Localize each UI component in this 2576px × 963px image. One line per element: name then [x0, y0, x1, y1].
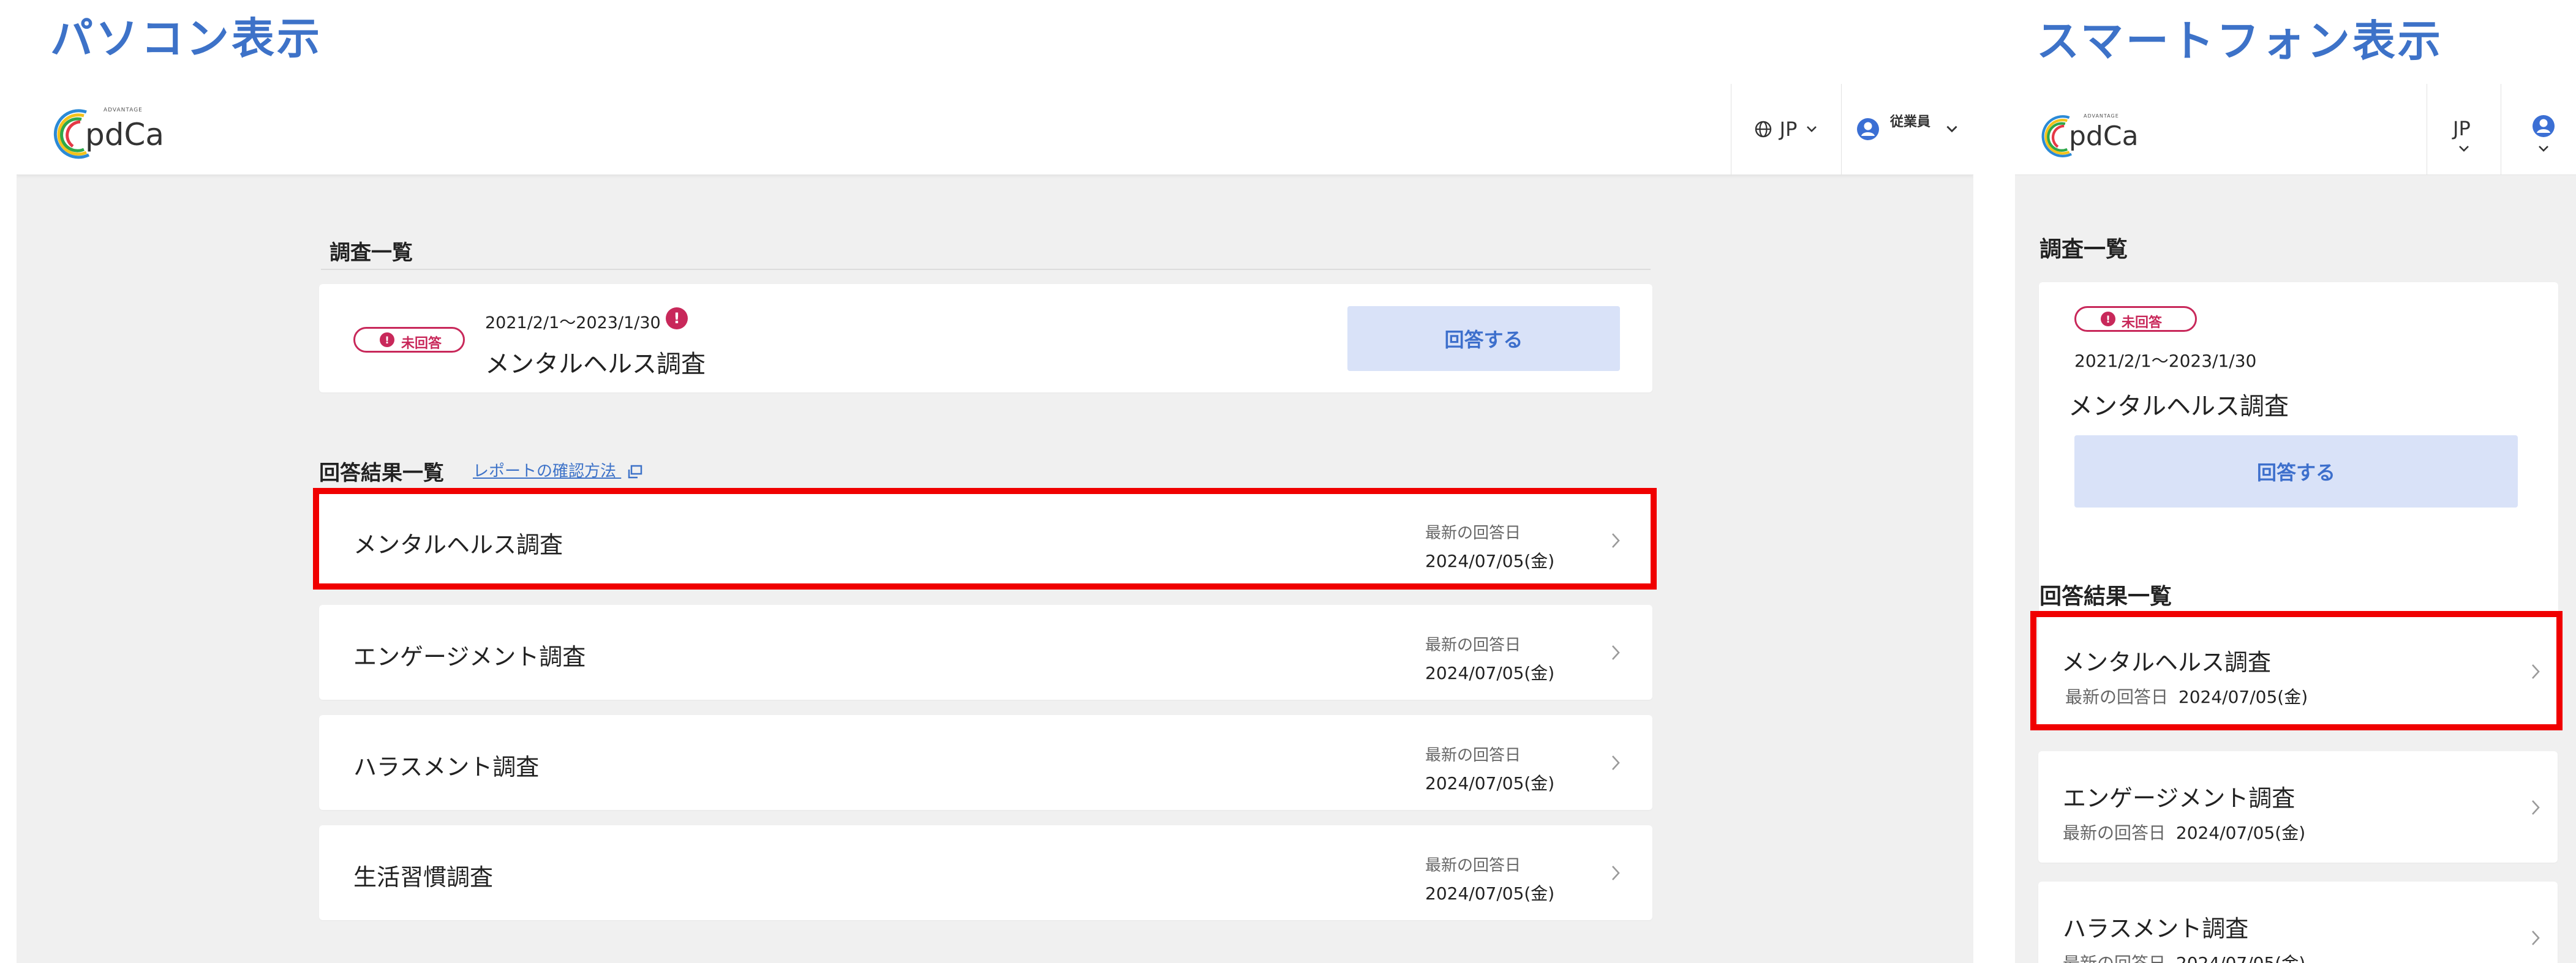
result-row[interactable]: 生活習慣調査 最新の回答日 2024/07/05(金) — [319, 825, 1652, 920]
exclamation-circle-icon: ! — [2101, 312, 2115, 326]
language-selector[interactable]: JP — [2427, 84, 2501, 174]
date-label: 最新の回答日 — [2063, 953, 2166, 963]
surveys-heading: 調査一覧 — [330, 241, 413, 265]
logo[interactable]: ADVANTAGE pdCa — [2037, 110, 2141, 161]
answer-button[interactable]: 回答する — [1347, 306, 1620, 371]
language-label: JP — [1779, 118, 1798, 141]
exclamation-circle-icon: ! — [666, 307, 688, 329]
highlight-frame — [2030, 611, 2563, 730]
date-label: 最新の回答日 — [2063, 823, 2166, 843]
chevron-down-icon — [2459, 146, 2469, 152]
survey-name: メンタルヘルス調査 — [2068, 392, 2289, 421]
status-text: 未回答 — [2122, 315, 2163, 331]
result-name: ハラスメント調査 — [2063, 915, 2249, 942]
heading-divider — [321, 269, 1651, 270]
survey-name: メンタルヘルス調査 — [485, 350, 706, 378]
logo-small-text: ADVANTAGE — [104, 107, 143, 113]
logo-text: pdCa — [85, 117, 165, 152]
result-name: エンゲージメント調査 — [2063, 785, 2295, 812]
result-date: 2024/07/05(金) — [1425, 773, 1555, 793]
result-name: エンゲージメント調査 — [353, 643, 586, 670]
result-row[interactable]: ハラスメント調査 最新の回答日 2024/07/05(金) — [319, 715, 1652, 810]
chevron-down-icon — [1946, 126, 1957, 133]
survey-period: 2021/2/1～2023/1/30 — [485, 313, 661, 332]
chevron-right-icon — [1612, 645, 1620, 660]
user-circle-icon — [2533, 115, 2555, 137]
pc-header: ADVANTAGE pdCa JP 従業員 — [17, 84, 1973, 175]
user-role-label: 従業員 — [1890, 114, 1931, 130]
pc-section-title: パソコン表示 — [50, 13, 322, 64]
pc-view: ADVANTAGE pdCa JP 従業員 調査一覧 ! 未回答 2021/2/… — [17, 84, 1973, 963]
chevron-right-icon — [1612, 755, 1620, 770]
result-row[interactable]: エンゲージメント調査 最新の回答日 2024/07/05(金) — [319, 605, 1652, 700]
sp-header: ADVANTAGE pdCa JP — [2015, 84, 2576, 175]
survey-period: 2021/2/1～2023/1/30 — [2074, 351, 2257, 371]
logo[interactable]: ADVANTAGE pdCa — [48, 103, 171, 162]
survey-card: ! 未回答 2021/2/1～2023/1/30 メンタルヘルス調査 回答する — [2039, 282, 2558, 615]
logo-text: pdCa — [2069, 121, 2139, 152]
surveys-heading: 調査一覧 — [2039, 237, 2128, 262]
result-date: 2024/07/05(金) — [2176, 953, 2305, 963]
result-name: ハラスメント調査 — [353, 754, 540, 781]
result-name: 生活習慣調査 — [353, 864, 494, 891]
language-selector[interactable]: JP — [1731, 84, 1842, 174]
result-row[interactable]: エンゲージメント調査 最新の回答日 2024/07/05(金) — [2038, 751, 2558, 863]
survey-card: ! 未回答 2021/2/1～2023/1/30 ! メンタルヘルス調査 回答す… — [319, 284, 1652, 392]
result-date: 2024/07/05(金) — [1425, 883, 1555, 904]
answer-button[interactable]: 回答する — [2074, 435, 2518, 508]
chevron-right-icon — [2532, 800, 2540, 815]
chevron-down-icon — [2539, 146, 2548, 152]
results-heading: 回答結果一覧 — [319, 461, 444, 485]
sp-section-title: スマートフォン表示 — [2036, 16, 2443, 66]
exclamation-circle-icon: ! — [380, 332, 394, 347]
user-menu[interactable] — [2501, 84, 2576, 174]
language-label: JP — [2453, 117, 2471, 140]
user-circle-icon — [1857, 118, 1879, 140]
result-date-line: 最新の回答日 2024/07/05(金) — [2063, 950, 2305, 963]
status-text: 未回答 — [401, 336, 442, 351]
date-label: 最新の回答日 — [1425, 856, 1521, 875]
chevron-down-icon — [1807, 126, 1817, 132]
highlight-frame — [313, 488, 1657, 590]
globe-icon — [1755, 121, 1771, 138]
result-date: 2024/07/05(金) — [2175, 823, 2306, 843]
date-label: 最新の回答日 — [1425, 746, 1521, 765]
result-date: 2024/07/05(金) — [1425, 663, 1555, 683]
date-label: 最新の回答日 — [1425, 636, 1521, 654]
external-window-icon — [628, 465, 642, 478]
status-badge: ! 未回答 — [353, 327, 465, 353]
status-badge: ! 未回答 — [2074, 306, 2197, 332]
chevron-right-icon — [1612, 866, 1620, 880]
result-row[interactable]: ハラスメント調査 最新の回答日 2024/07/05(金) — [2038, 882, 2558, 963]
report-guide-link[interactable]: レポートの確認方法 — [473, 459, 643, 481]
report-guide-label: レポートの確認方法 — [473, 462, 617, 481]
sp-view: ADVANTAGE pdCa JP 調査一覧 ! 未回答 2021/2/1～20… — [2015, 84, 2576, 963]
user-menu[interactable]: 従業員 — [1841, 84, 1973, 174]
result-date-line: 最新の回答日 2024/07/05(金) — [2063, 820, 2305, 844]
logo-small-text: ADVANTAGE — [2084, 113, 2119, 119]
chevron-right-icon — [2532, 931, 2540, 945]
results-heading: 回答結果一覧 — [2039, 584, 2172, 609]
